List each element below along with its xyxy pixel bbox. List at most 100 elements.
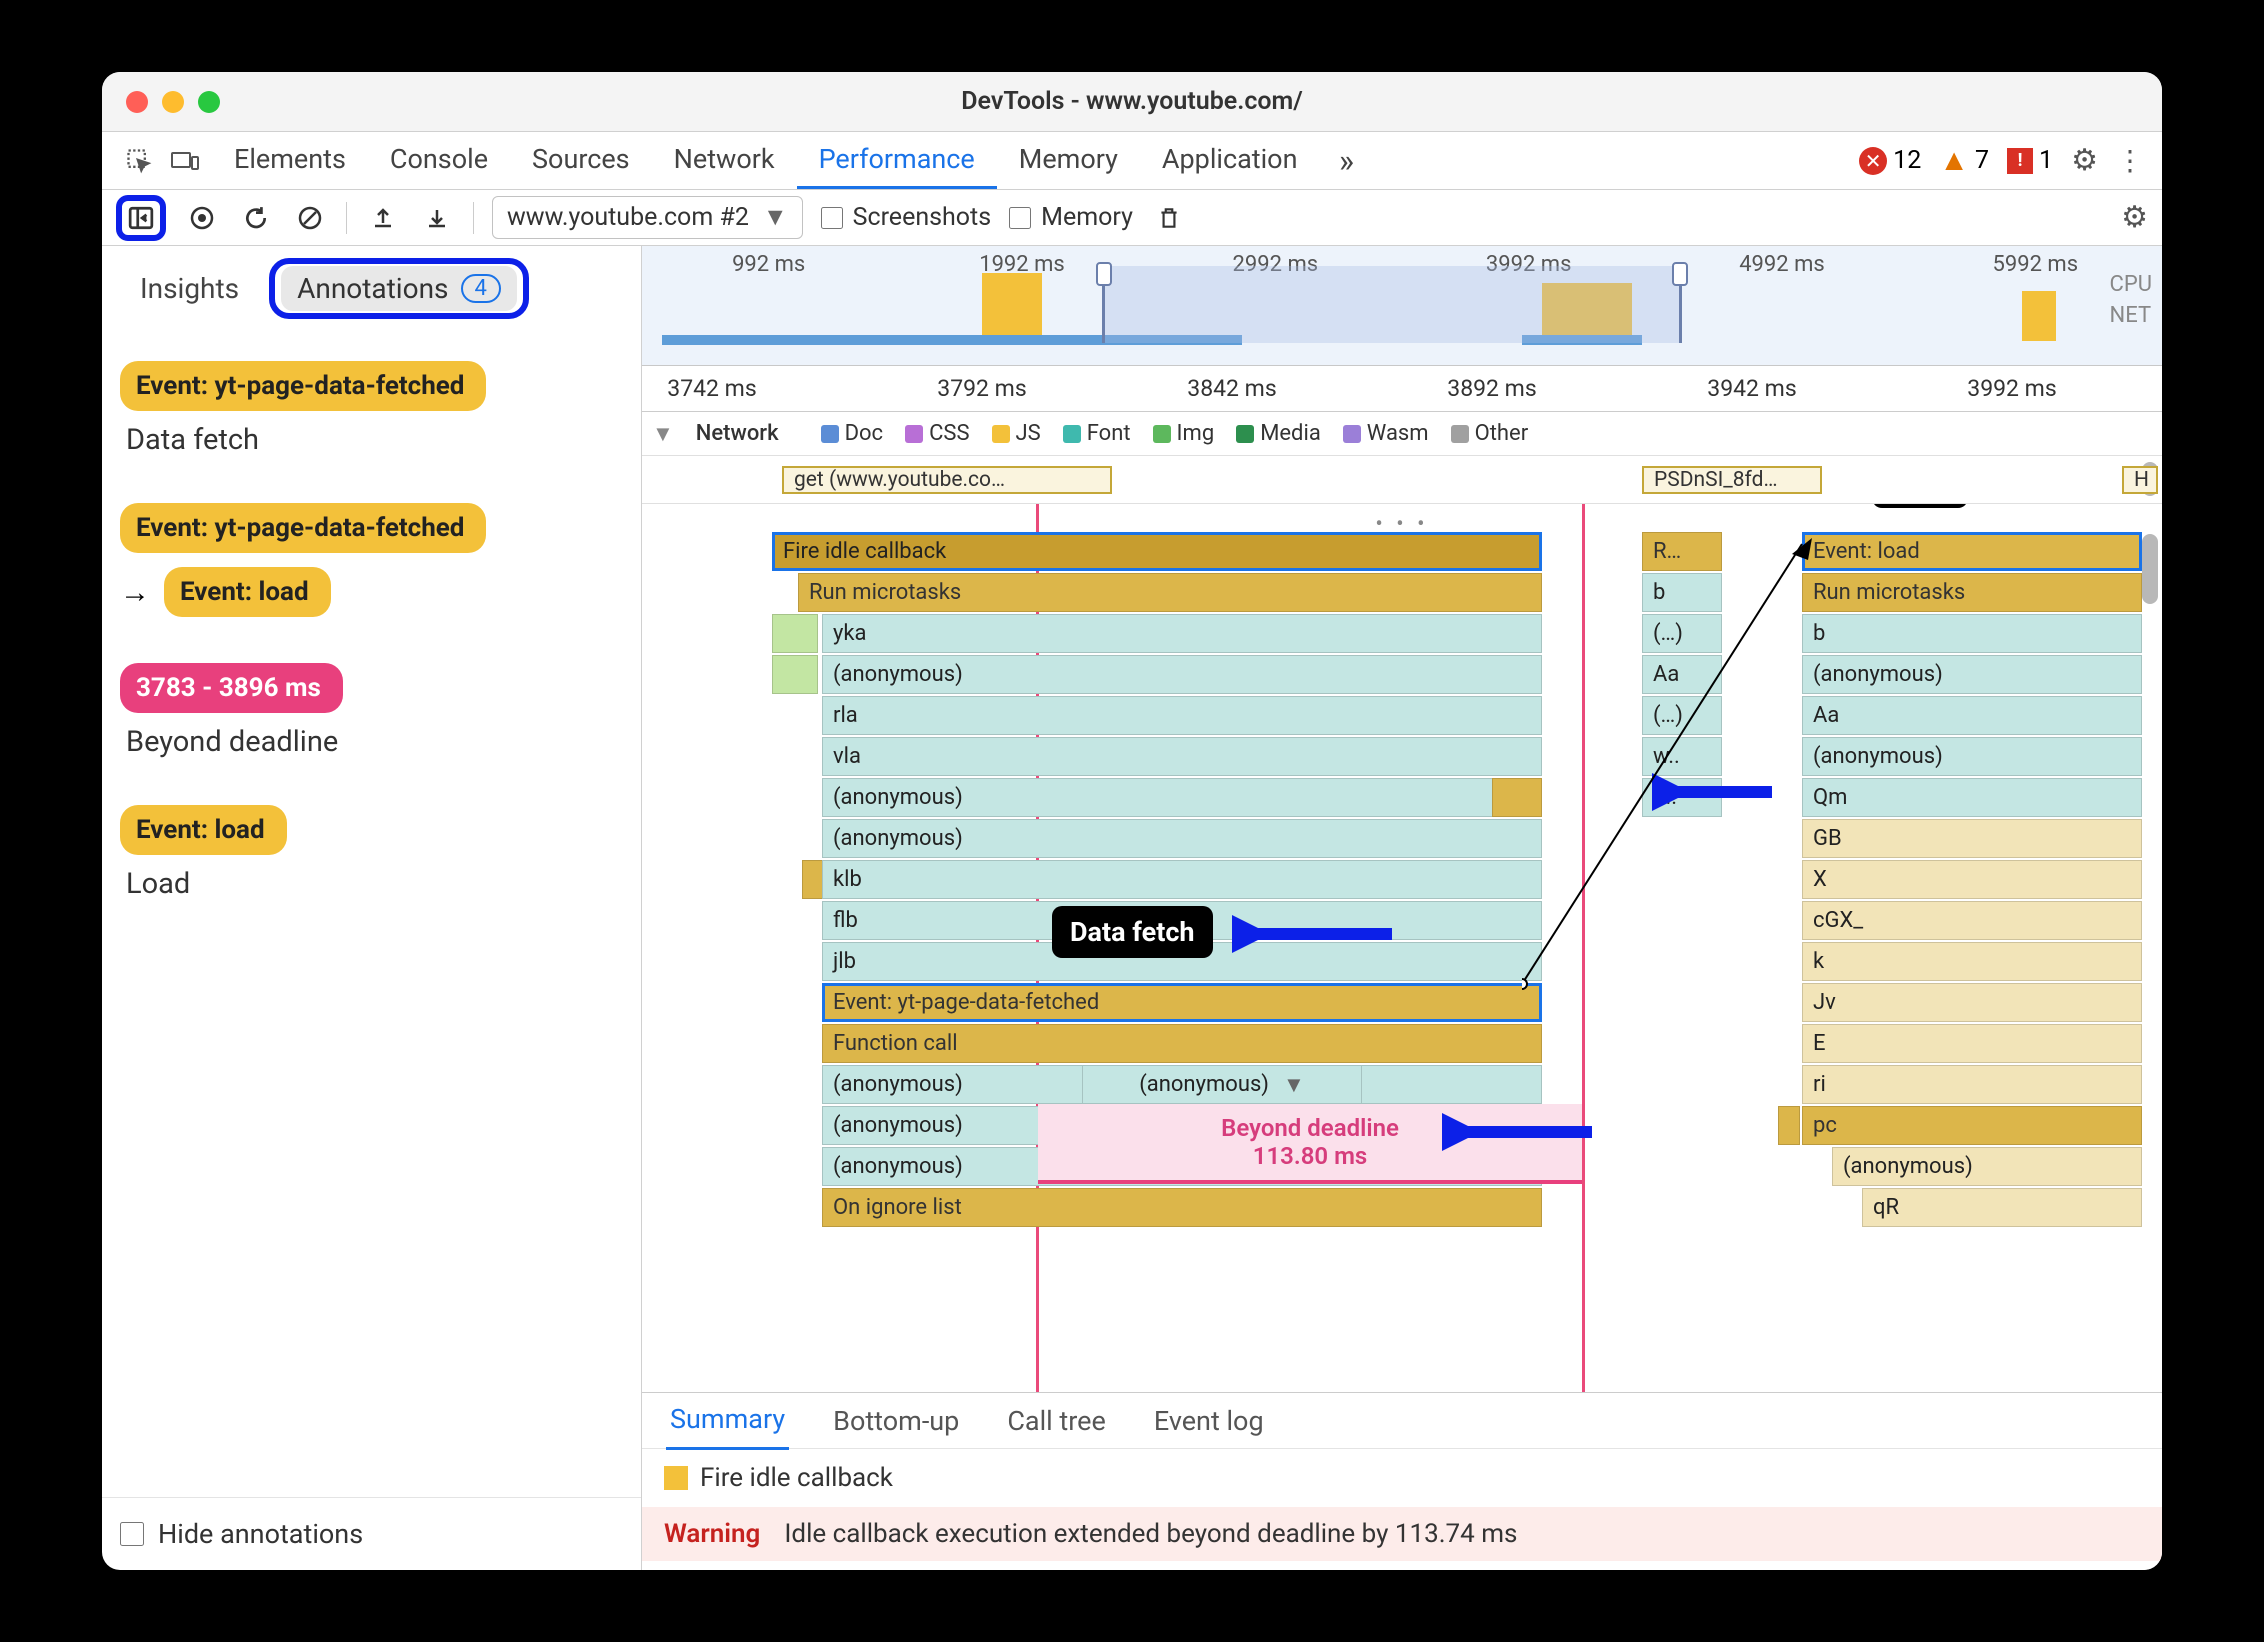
network-track-header[interactable]: ▼ Network DocCSSJSFontImgMediaWasmOther	[642, 412, 2162, 456]
network-bars[interactable]: get (www.youtube.co… PSDnSI_8fd… H	[642, 456, 2162, 504]
flame-row: Event: yt-page-data-fetched Jv	[642, 983, 2162, 1024]
main-tab-memory[interactable]: Memory	[997, 133, 1140, 189]
network-request-bar[interactable]: H	[2122, 466, 2158, 494]
settings-icon[interactable]: ⚙	[2071, 143, 2098, 178]
flame-bar[interactable]: E	[1802, 1024, 2142, 1063]
kebab-menu-icon[interactable]: ⋮	[2116, 144, 2144, 177]
flame-bar[interactable]: b	[1802, 614, 2142, 653]
traffic-lights	[126, 91, 220, 113]
details-tab-event-log[interactable]: Event log	[1150, 1393, 1268, 1449]
main-tab-performance[interactable]: Performance	[797, 133, 997, 189]
memory-checkbox[interactable]: Memory	[1009, 203, 1133, 232]
flame-bar[interactable]: klb	[822, 860, 1542, 899]
more-tabs-icon[interactable]: »	[1327, 142, 1365, 180]
window-title: DevTools - www.youtube.com/	[126, 87, 2138, 116]
network-request-bar[interactable]: get (www.youtube.co…	[782, 466, 1112, 494]
main-tab-console[interactable]: Console	[368, 133, 510, 189]
overview-selection[interactable]	[1102, 266, 1682, 343]
main-tab-sources[interactable]: Sources	[510, 133, 652, 189]
annotation-item[interactable]: 3783 - 3896 msBeyond deadline	[120, 663, 623, 759]
flame-bar[interactable]: (anonymous)	[822, 819, 1542, 858]
data-fetch-callout: Data fetch	[1052, 906, 1213, 958]
time-ruler[interactable]: 3742 ms3792 ms3842 ms3892 ms3942 ms3992 …	[642, 366, 2162, 412]
annotation-chip: Event: load	[120, 805, 287, 855]
flame-bar[interactable]: cGX_	[1802, 901, 2142, 940]
flame-bar[interactable]: Qm	[1802, 778, 2142, 817]
flame-bar[interactable]: GB	[1802, 819, 2142, 858]
flame-bar[interactable]: (anonymous)	[1802, 655, 2142, 694]
flame-bar[interactable]: On ignore list	[822, 1188, 1542, 1227]
flame-bar[interactable]: Jv	[1802, 983, 2142, 1022]
flame-bar[interactable]: Function call	[822, 1024, 1542, 1063]
main-tab-elements[interactable]: Elements	[212, 133, 368, 189]
details-tab-summary[interactable]: Summary	[666, 1391, 789, 1450]
flame-bar[interactable]: (anonymous)	[822, 778, 1542, 817]
warning-row: Warning Idle callback execution extended…	[642, 1507, 2162, 1561]
flame-row: rla(…)Aa	[642, 696, 2162, 737]
flame-bar[interactable]: yka	[822, 614, 1542, 653]
flame-row: yka(…)b	[642, 614, 2162, 655]
annotations-tab[interactable]: Annotations 4	[281, 266, 517, 311]
hide-annotations-label: Hide annotations	[158, 1518, 363, 1550]
timeline-overview[interactable]: 992 ms1992 ms2992 ms3992 ms4992 ms5992 m…	[642, 246, 2162, 366]
flame-chart[interactable]: • • • Fire idle callbackR…Event: loadRun…	[642, 504, 2162, 1392]
flame-bar[interactable]: rla	[822, 696, 1542, 735]
flame-bar[interactable]: k	[1802, 942, 2142, 981]
hide-annotations-checkbox[interactable]	[120, 1522, 144, 1546]
details-tab-bottom-up[interactable]: Bottom-up	[829, 1393, 963, 1449]
network-request-bar[interactable]: PSDnSI_8fd…	[1642, 466, 1822, 494]
flame-bar[interactable]: pc	[1802, 1106, 2142, 1145]
issue-count[interactable]: !1	[2007, 146, 2053, 175]
minimize-window-button[interactable]	[162, 91, 184, 113]
flame-row: klb X	[642, 860, 2162, 901]
details-tab-call-tree[interactable]: Call tree	[1003, 1393, 1109, 1449]
annotations-tab-highlight: Annotations 4	[269, 258, 529, 319]
flame-row: flbcGX_	[642, 901, 2162, 942]
devtools-window: DevTools - www.youtube.com/ ElementsCons…	[102, 72, 2162, 1570]
close-window-button[interactable]	[126, 91, 148, 113]
maximize-window-button[interactable]	[198, 91, 220, 113]
flame-bar[interactable]: X	[1802, 860, 2142, 899]
flame-bar[interactable]: qR	[1862, 1188, 2142, 1227]
flame-bar[interactable]: Aa	[1802, 696, 2142, 735]
gc-icon[interactable]	[1151, 200, 1187, 236]
sidebar: Insights Annotations 4 Event: yt-page-da…	[102, 246, 642, 1570]
screenshots-checkbox[interactable]: Screenshots	[821, 203, 992, 232]
arrow-blue-2	[1442, 1112, 1602, 1152]
flame-bar[interactable]: ri	[1802, 1065, 2142, 1104]
flame-bar[interactable]: Fire idle callback	[772, 532, 1542, 571]
upload-icon[interactable]	[365, 200, 401, 236]
flame-bar[interactable]: Event: yt-page-data-fetched	[822, 983, 1542, 1022]
annotation-item[interactable]: Event: loadLoad	[120, 805, 623, 901]
flame-bar[interactable]: (anonymous)	[1832, 1147, 2142, 1186]
reload-button[interactable]	[238, 200, 274, 236]
flame-bar[interactable]: Event: load	[1802, 532, 2142, 571]
overview-handle-right[interactable]	[1672, 262, 1688, 286]
collapse-sidebar-button[interactable]	[116, 195, 166, 241]
record-button[interactable]	[184, 200, 220, 236]
annotation-link[interactable]: →Event: load	[120, 567, 623, 617]
overview-handle-left[interactable]	[1096, 262, 1112, 286]
clear-button[interactable]	[292, 200, 328, 236]
insights-tab[interactable]: Insights	[120, 264, 259, 313]
device-toggle-icon[interactable]	[166, 142, 204, 180]
panel-settings-icon[interactable]: ⚙	[2121, 200, 2148, 235]
arrow-diagonal	[1522, 534, 1822, 994]
main-tab-application[interactable]: Application	[1140, 133, 1320, 189]
annotation-item[interactable]: Event: yt-page-data-fetched→Event: load	[120, 503, 623, 617]
flame-bar[interactable]: vla	[822, 737, 1542, 776]
error-count[interactable]: ✕12	[1859, 146, 1921, 175]
flame-row: (anonymous)E..Qm	[642, 778, 2162, 819]
profile-selector[interactable]: www.youtube.com #2▼	[492, 196, 803, 239]
download-icon[interactable]	[419, 200, 455, 236]
flame-bar[interactable]: Run microtasks	[798, 573, 1542, 612]
flame-bar[interactable]: Run microtasks	[1802, 573, 2142, 612]
flame-bar[interactable]: (anonymous)	[822, 655, 1542, 694]
main-tab-network[interactable]: Network	[652, 133, 797, 189]
content-area: Insights Annotations 4 Event: yt-page-da…	[102, 246, 2162, 1570]
flame-bar[interactable]: (anonymous)	[1802, 737, 2142, 776]
annotation-item[interactable]: Event: yt-page-data-fetchedData fetch	[120, 361, 623, 457]
warning-count[interactable]: ▲7	[1939, 143, 1989, 178]
flame-row: (anonymous)(anonymous) ▼ri	[642, 1065, 2162, 1106]
inspect-icon[interactable]	[120, 142, 158, 180]
